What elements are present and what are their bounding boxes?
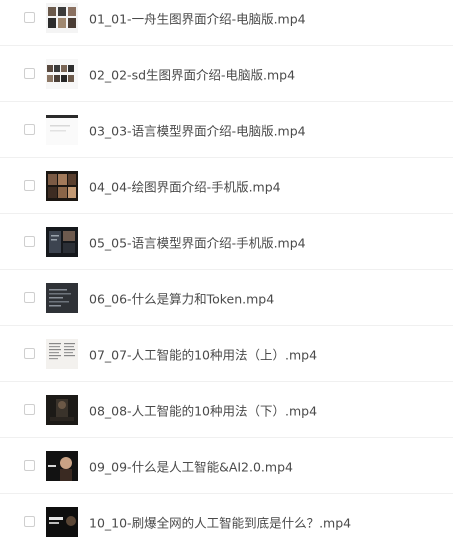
file-row[interactable]: 02_02-sd生图界面介绍-电脑版.mp4 bbox=[0, 46, 453, 102]
file-row[interactable]: 10_10-刷爆全网的人工智能到底是什么？.mp4 bbox=[0, 494, 453, 541]
file-row[interactable]: 06_06-什么是算力和Token.mp4 bbox=[0, 270, 453, 326]
video-thumbnail[interactable] bbox=[46, 114, 78, 145]
video-thumbnail[interactable] bbox=[46, 226, 78, 257]
file-name[interactable]: 07_07-人工智能的10种用法（上）.mp4 bbox=[89, 344, 317, 363]
video-thumbnail[interactable] bbox=[46, 450, 78, 481]
video-thumbnail[interactable] bbox=[46, 58, 78, 89]
video-thumbnail[interactable] bbox=[46, 170, 78, 201]
row-checkbox[interactable] bbox=[24, 67, 35, 79]
file-row[interactable]: 07_07-人工智能的10种用法（上）.mp4 bbox=[0, 326, 453, 382]
file-name[interactable]: 04_04-绘图界面介绍-手机版.mp4 bbox=[89, 176, 281, 195]
file-name[interactable]: 09_09-什么是人工智能&AI2.0.mp4 bbox=[89, 456, 293, 475]
video-thumbnail[interactable] bbox=[46, 394, 78, 425]
row-checkbox[interactable] bbox=[24, 459, 35, 471]
file-row[interactable]: 09_09-什么是人工智能&AI2.0.mp4 bbox=[0, 438, 453, 494]
file-name[interactable]: 01_01-一舟生图界面介绍-电脑版.mp4 bbox=[89, 8, 306, 27]
file-name[interactable]: 03_03-语言模型界面介绍-电脑版.mp4 bbox=[89, 120, 306, 139]
file-row[interactable]: 05_05-语言模型界面介绍-手机版.mp4 bbox=[0, 214, 453, 270]
file-name[interactable]: 10_10-刷爆全网的人工智能到底是什么？.mp4 bbox=[89, 513, 351, 532]
file-name[interactable]: 08_08-人工智能的10种用法（下）.mp4 bbox=[89, 400, 317, 419]
file-row[interactable]: 01_01-一舟生图界面介绍-电脑版.mp4 bbox=[0, 0, 453, 46]
row-checkbox[interactable] bbox=[24, 123, 35, 135]
video-thumbnail[interactable] bbox=[46, 338, 78, 369]
row-checkbox[interactable] bbox=[24, 11, 35, 23]
file-row[interactable]: 08_08-人工智能的10种用法（下）.mp4 bbox=[0, 382, 453, 438]
file-name[interactable]: 05_05-语言模型界面介绍-手机版.mp4 bbox=[89, 232, 306, 251]
file-list: 01_01-一舟生图界面介绍-电脑版.mp4 02_02-sd生图界面介绍-电脑… bbox=[0, 0, 453, 541]
file-row[interactable]: 03_03-语言模型界面介绍-电脑版.mp4 bbox=[0, 102, 453, 158]
video-thumbnail[interactable] bbox=[46, 2, 78, 33]
row-checkbox[interactable] bbox=[24, 235, 35, 247]
row-checkbox[interactable] bbox=[24, 403, 35, 415]
row-checkbox[interactable] bbox=[24, 179, 35, 191]
row-checkbox[interactable] bbox=[24, 347, 35, 359]
file-name[interactable]: 02_02-sd生图界面介绍-电脑版.mp4 bbox=[89, 64, 295, 83]
file-name[interactable]: 06_06-什么是算力和Token.mp4 bbox=[89, 288, 274, 307]
video-thumbnail[interactable] bbox=[46, 282, 78, 313]
file-row[interactable]: 04_04-绘图界面介绍-手机版.mp4 bbox=[0, 158, 453, 214]
video-thumbnail[interactable] bbox=[46, 507, 78, 537]
row-checkbox[interactable] bbox=[24, 291, 35, 303]
row-checkbox[interactable] bbox=[24, 516, 35, 527]
